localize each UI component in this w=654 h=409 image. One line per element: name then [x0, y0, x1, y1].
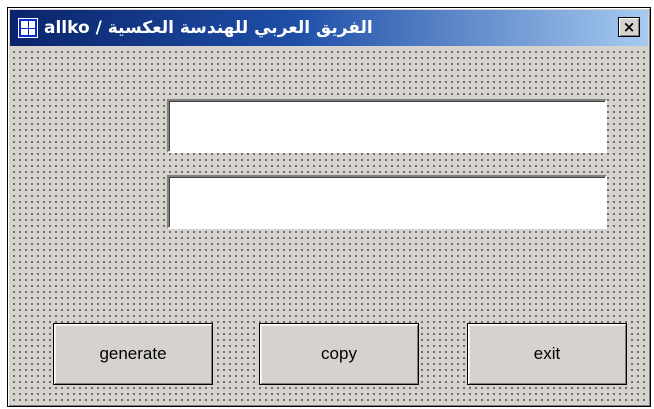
name-field[interactable] — [167, 99, 607, 153]
app-grid-icon — [18, 18, 38, 38]
copy-button-label: copy — [321, 344, 357, 363]
serial-field[interactable] — [167, 175, 607, 229]
client-area: generate copy exit — [10, 48, 648, 404]
close-button[interactable]: × — [618, 17, 640, 37]
generate-button-label: generate — [99, 344, 167, 363]
keygen-window: الفريق العربي للهندسة العكسية / allko × … — [7, 7, 651, 407]
generate-button[interactable]: generate — [53, 323, 213, 385]
title-bar[interactable]: الفريق العربي للهندسة العكسية / allko × — [10, 10, 648, 46]
close-icon: × — [622, 17, 636, 36]
exit-button[interactable]: exit — [467, 323, 627, 385]
window-title: الفريق العربي للهندسة العكسية / allko — [44, 18, 373, 38]
copy-button[interactable]: copy — [259, 323, 419, 385]
exit-button-label: exit — [533, 344, 561, 363]
